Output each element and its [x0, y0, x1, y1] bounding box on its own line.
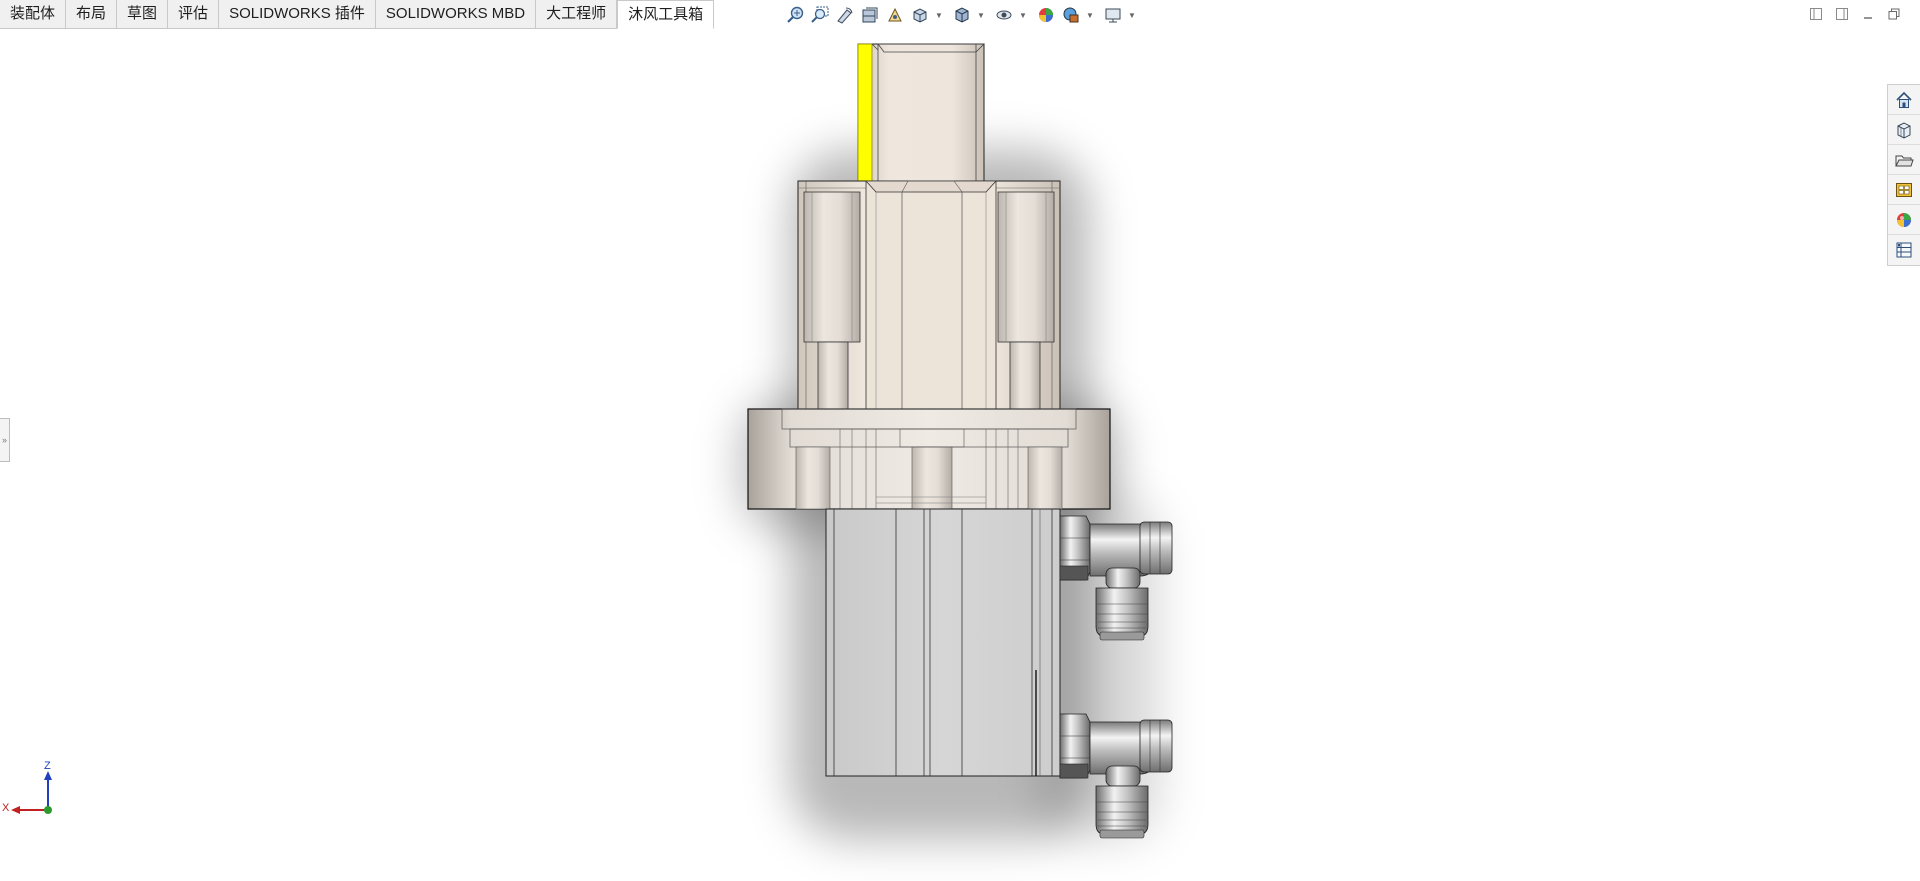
zoom-to-fit-icon[interactable] — [784, 4, 806, 26]
solidworks-window: 装配体 布局 草图 评估 SOLIDWORKS 插件 SOLIDWORKS MB… — [0, 0, 1920, 881]
tab-big-engineer[interactable]: 大工程师 — [536, 0, 618, 28]
upper-housing[interactable] — [797, 180, 1061, 410]
display-style-icon[interactable] — [951, 4, 973, 26]
triad-z-arrow — [44, 771, 52, 780]
appearances-scenes-icon[interactable] — [1888, 205, 1920, 235]
view-settings-dropdown-icon[interactable]: ▼ — [1127, 11, 1137, 20]
expand-chevron-icon: » — [1, 435, 7, 445]
view-settings-icon[interactable] — [1102, 4, 1124, 26]
graphics-area[interactable] — [0, 0, 1920, 881]
view-orientation-icon[interactable] — [909, 4, 931, 26]
tile-right-icon[interactable] — [1834, 6, 1850, 22]
view-palette-icon[interactable] — [1888, 175, 1920, 205]
document-window-controls — [1808, 6, 1902, 22]
triad-z-label: Z — [44, 760, 51, 772]
tab-layout[interactable]: 布局 — [66, 0, 118, 28]
tab-evaluate[interactable]: 评估 — [168, 0, 220, 28]
tab-solidworks-mbd[interactable]: SOLIDWORKS MBD — [375, 0, 537, 28]
task-pane-tabs — [1887, 84, 1920, 266]
triad-x-label: X — [2, 802, 10, 814]
triad-x-arrow — [11, 806, 20, 814]
file-explorer-icon[interactable] — [1888, 145, 1920, 175]
view-orientation-dropdown-icon[interactable]: ▼ — [934, 11, 944, 20]
design-library-icon[interactable] — [1888, 115, 1920, 145]
zoom-to-area-icon[interactable] — [809, 4, 831, 26]
section-view-icon[interactable] — [859, 4, 881, 26]
heads-up-view-toolbar: ▼ ▼ ▼ ▼ ▼ — [784, 4, 1141, 26]
restore-icon[interactable] — [1886, 6, 1902, 22]
dynamic-annotation-view-icon[interactable] — [884, 4, 906, 26]
apply-scene-dropdown-icon[interactable]: ▼ — [1085, 11, 1095, 20]
triad-origin — [44, 806, 52, 814]
hide-show-items-icon[interactable] — [993, 4, 1015, 26]
tab-sketch[interactable]: 草图 — [117, 0, 169, 28]
flange-plate[interactable] — [747, 408, 1111, 510]
minimize-icon[interactable] — [1860, 6, 1876, 22]
solidworks-resources-icon[interactable] — [1888, 85, 1920, 115]
commandmanager-tabs: 装配体 布局 草图 评估 SOLIDWORKS 插件 SOLIDWORKS MB… — [0, 0, 715, 29]
apply-scene-icon[interactable] — [1060, 4, 1082, 26]
display-style-dropdown-icon[interactable]: ▼ — [976, 11, 986, 20]
previous-view-icon[interactable] — [834, 4, 856, 26]
cylinder-body[interactable] — [825, 508, 1061, 777]
tab-assembly[interactable]: 装配体 — [0, 0, 67, 28]
custom-properties-icon[interactable] — [1888, 235, 1920, 265]
reference-triad: Z X — [2, 758, 62, 820]
feature-manager-expand-handle[interactable]: » — [0, 418, 10, 462]
tile-left-icon[interactable] — [1808, 6, 1824, 22]
tab-mufeng-toolbox[interactable]: 沐风工具箱 — [617, 0, 715, 29]
hide-show-dropdown-icon[interactable]: ▼ — [1018, 11, 1028, 20]
edit-appearance-icon[interactable] — [1035, 4, 1057, 26]
tab-solidworks-addins[interactable]: SOLIDWORKS 插件 — [219, 0, 376, 28]
